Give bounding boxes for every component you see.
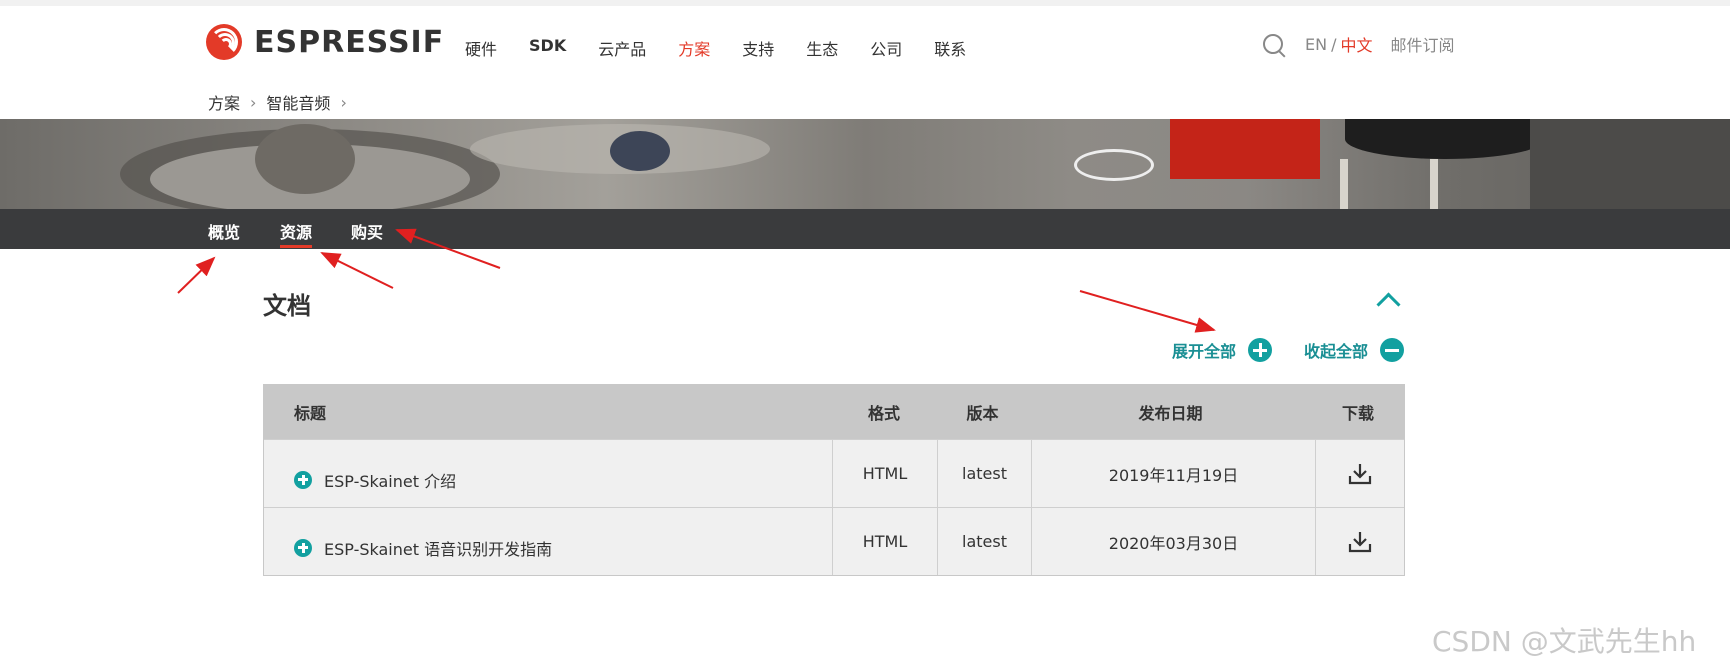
download-icon[interactable]	[1347, 461, 1373, 487]
espressif-logo-icon	[206, 24, 242, 60]
chevron-right-icon: ›	[250, 92, 257, 112]
nav-item-contact[interactable]: 联系	[934, 36, 966, 60]
espressif-logo[interactable]: ESPRESSIF	[206, 24, 444, 60]
lang-separator: /	[1331, 34, 1337, 54]
row-download-cell	[1315, 440, 1404, 507]
nav-item-hardware[interactable]: 硬件	[465, 36, 497, 60]
minus-circle-icon	[1380, 338, 1405, 362]
expand-row-icon[interactable]	[294, 538, 312, 557]
hero-banner-image	[0, 119, 1730, 209]
chevron-right-icon: ›	[340, 92, 347, 112]
header-format: 格式	[867, 404, 900, 423]
row-download-cell	[1315, 508, 1404, 575]
search-icon[interactable]	[1263, 34, 1283, 54]
lang-en-link[interactable]: EN	[1305, 35, 1327, 54]
expand-all-button[interactable]: 展开全部	[1172, 338, 1273, 362]
breadcrumb-smart-audio[interactable]: 智能音频	[266, 90, 330, 114]
row-title[interactable]: ESP-Skainet 介绍	[324, 468, 456, 492]
collapse-all-button[interactable]: 收起全部	[1304, 338, 1405, 362]
tab-purchase[interactable]: 购买	[351, 219, 383, 243]
breadcrumb: 方案 › 智能音频 ›	[208, 90, 357, 114]
table-row: ESP-Skainet 语音识别开发指南 HTML latest 2020年03…	[264, 507, 1404, 575]
lang-zh-link[interactable]: 中文	[1340, 32, 1372, 56]
subscribe-link[interactable]: 邮件订阅	[1390, 32, 1454, 56]
main-nav: 硬件 SDK 云产品 方案 支持 生态 公司 联系	[465, 36, 998, 60]
breadcrumb-solutions[interactable]: 方案	[208, 90, 240, 114]
row-format: HTML	[832, 508, 937, 575]
nav-item-ecosystem[interactable]: 生态	[806, 36, 838, 60]
documents-heading: 文档	[263, 292, 311, 320]
row-title-cell[interactable]: ESP-Skainet 介绍	[264, 440, 832, 507]
row-format: HTML	[832, 440, 937, 507]
header-utilities: EN / 中文 邮件订阅	[1263, 32, 1455, 56]
chevron-up-icon[interactable]	[1376, 292, 1401, 317]
plus-circle-icon	[1248, 338, 1273, 362]
logo-text: ESPRESSIF	[254, 24, 445, 60]
row-version: latest	[937, 440, 1031, 507]
site-header: ESPRESSIF 硬件 SDK 云产品 方案 支持 生态 公司 联系 EN /…	[0, 6, 1730, 119]
collapse-all-label: 收起全部	[1304, 342, 1369, 361]
tab-resources[interactable]: 资源	[280, 219, 312, 243]
header-date: 发布日期	[1138, 404, 1203, 423]
expand-row-icon[interactable]	[294, 470, 312, 489]
row-title-cell[interactable]: ESP-Skainet 语音识别开发指南	[264, 508, 832, 575]
nav-item-company[interactable]: 公司	[870, 36, 902, 60]
nav-item-sdk[interactable]: SDK	[529, 36, 566, 60]
tab-overview[interactable]: 概览	[208, 219, 240, 243]
active-tab-indicator	[280, 245, 312, 248]
expand-all-label: 展开全部	[1172, 342, 1237, 361]
section-tabbar: 概览 资源 购买	[0, 209, 1730, 249]
nav-item-cloud[interactable]: 云产品	[598, 36, 646, 60]
header-title: 标题	[294, 404, 327, 423]
table-header: 标题 格式 版本 发布日期 下载	[264, 385, 1404, 439]
nav-item-solutions[interactable]: 方案	[678, 36, 710, 60]
watermark: CSDN @文武先生hh	[1432, 625, 1697, 658]
row-title[interactable]: ESP-Skainet 语音识别开发指南	[324, 536, 552, 560]
documents-table: 标题 格式 版本 发布日期 下载 ESP-Skainet 介绍 HTML lat…	[263, 384, 1405, 576]
nav-item-support[interactable]: 支持	[742, 36, 774, 60]
download-icon[interactable]	[1347, 529, 1373, 555]
row-version: latest	[937, 508, 1031, 575]
table-row: ESP-Skainet 介绍 HTML latest 2019年11月19日	[264, 439, 1404, 507]
header-version: 版本	[966, 404, 999, 423]
row-date: 2020年03月30日	[1031, 508, 1315, 575]
header-download: 下载	[1341, 404, 1374, 423]
row-date: 2019年11月19日	[1031, 440, 1315, 507]
